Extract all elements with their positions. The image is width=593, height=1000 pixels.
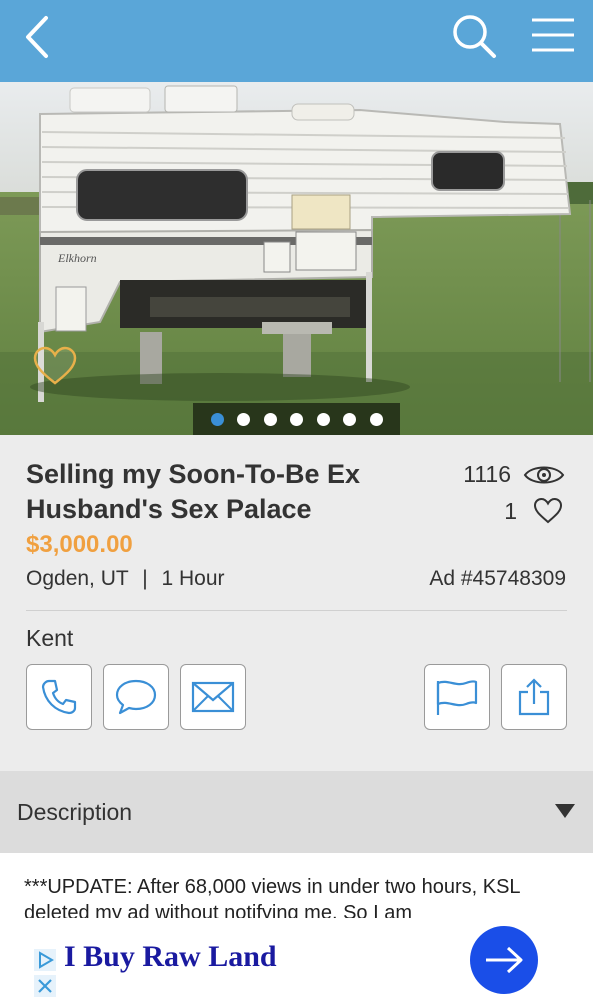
back-button[interactable] (20, 14, 60, 60)
search-button[interactable] (450, 12, 500, 62)
listing-info: Selling my Soon-To-Be Ex Husband's Sex P… (0, 435, 593, 771)
view-count-value: 1116 (463, 461, 511, 487)
eye-icon (523, 466, 565, 483)
email-button[interactable] (180, 664, 246, 730)
favorite-button[interactable] (32, 345, 78, 387)
call-button[interactable] (26, 664, 92, 730)
listing-photo-gallery[interactable]: Elkhorn (0, 82, 593, 435)
ad-go-button[interactable] (470, 926, 538, 994)
gallery-dot[interactable] (343, 412, 356, 426)
divider (26, 610, 567, 611)
ad-banner[interactable]: I Buy Raw Land (0, 918, 593, 1000)
arrow-right-icon (486, 946, 523, 974)
svg-text:Elkhorn: Elkhorn (57, 251, 97, 265)
gallery-dot[interactable] (263, 412, 277, 426)
ad-number: Ad #45748309 (429, 567, 566, 590)
listing-posted-time: 1 Hour (161, 567, 225, 590)
report-button[interactable] (424, 664, 490, 730)
location-separator: | (142, 567, 148, 590)
description-body: ***UPDATE: After 68,000 views in under t… (0, 853, 593, 923)
menu-button[interactable] (528, 14, 578, 60)
chat-bubble-icon (115, 679, 157, 715)
ad-choices-icon[interactable] (34, 949, 56, 971)
location-and-time: Ogden, UT | 1 Hour (26, 567, 225, 591)
gallery-dot[interactable] (316, 412, 330, 426)
gallery-dot[interactable] (290, 412, 303, 426)
gallery-dot[interactable] (210, 412, 224, 426)
favorite-count: 1 (504, 497, 563, 525)
description-label: Description (17, 799, 133, 825)
ad-headline[interactable]: I Buy Raw Land (64, 940, 277, 974)
chat-button[interactable] (103, 664, 169, 730)
ad-close-icon[interactable] (34, 975, 56, 997)
description-toggle[interactable]: Description (0, 771, 593, 853)
share-icon (518, 678, 550, 716)
caret-down-icon (555, 804, 575, 818)
view-count: 1116 (463, 461, 565, 488)
gallery-dot[interactable] (237, 412, 250, 426)
heart-icon (533, 497, 563, 524)
listing-price: $3,000.00 (26, 531, 133, 558)
favorite-count-value: 1 (504, 497, 517, 524)
heart-outline-icon (33, 346, 77, 385)
gallery-pagination[interactable] (193, 403, 400, 435)
chevron-left-icon (26, 16, 48, 58)
hamburger-menu-icon (532, 18, 574, 52)
seller-name: Kent (26, 625, 74, 651)
share-button[interactable] (501, 664, 567, 730)
listing-location: Ogden, UT (26, 567, 129, 590)
gallery-dot[interactable] (369, 412, 383, 426)
flag-icon (436, 680, 478, 715)
camper-photo: Elkhorn (0, 82, 593, 435)
top-app-bar (0, 0, 593, 82)
listing-title: Selling my Soon-To-Be Ex Husband's Sex P… (26, 459, 361, 524)
search-icon (453, 15, 496, 58)
envelope-icon (191, 681, 235, 713)
phone-icon (41, 679, 77, 715)
description-text: ***UPDATE: After 68,000 views in under t… (24, 876, 520, 923)
